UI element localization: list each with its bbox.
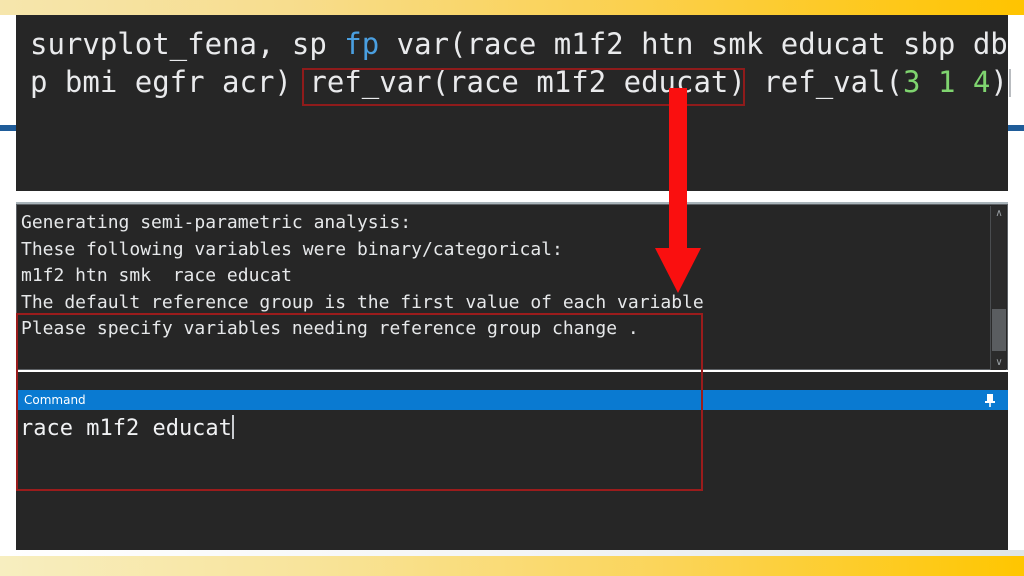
do-file-editor-panel[interactable]: survplot_fena, sp fp var(race m1f2 htn s… [16,15,1011,191]
slide-top-band [0,0,1024,15]
slide-rule-right [1006,125,1024,131]
scroll-down-arrow-icon[interactable]: ∨ [991,355,1007,370]
scrollbar-thumb[interactable] [992,309,1006,351]
highlight-box-command-entry [16,365,703,491]
editor-line2-mid: ref_val( [745,65,903,99]
editor-line2-close: ) [990,65,1008,99]
editor-line1-pre: survplot_fena, sp [30,27,345,61]
editor-refval-2: 1 [937,65,956,99]
scroll-up-arrow-icon[interactable]: ∧ [991,206,1007,221]
slide-canvas: survplot_fena, sp fp var(race m1f2 htn s… [0,0,1024,576]
editor-line-1: survplot_fena, sp fp var(race m1f2 htn s… [30,27,1008,61]
slide-bottom-band [0,556,1024,576]
editor-line2-pre: p bmi egfr acr) [30,65,310,99]
pin-icon[interactable] [982,391,998,409]
down-arrow-annotation-icon [655,88,701,293]
editor-refval-sp2 [955,65,972,99]
results-scrollbar[interactable]: ∧ ∨ [990,206,1006,370]
editor-text-caret [1008,69,1011,97]
highlight-box-please-specify [16,313,703,365]
editor-refval-3: 4 [972,65,991,99]
editor-refval-1: 3 [903,65,921,99]
editor-line1-post: var(race m1f2 htn smk educat sbp db [379,27,1008,61]
editor-refval-sp1 [920,65,937,99]
editor-token-fp: fp [344,27,380,61]
